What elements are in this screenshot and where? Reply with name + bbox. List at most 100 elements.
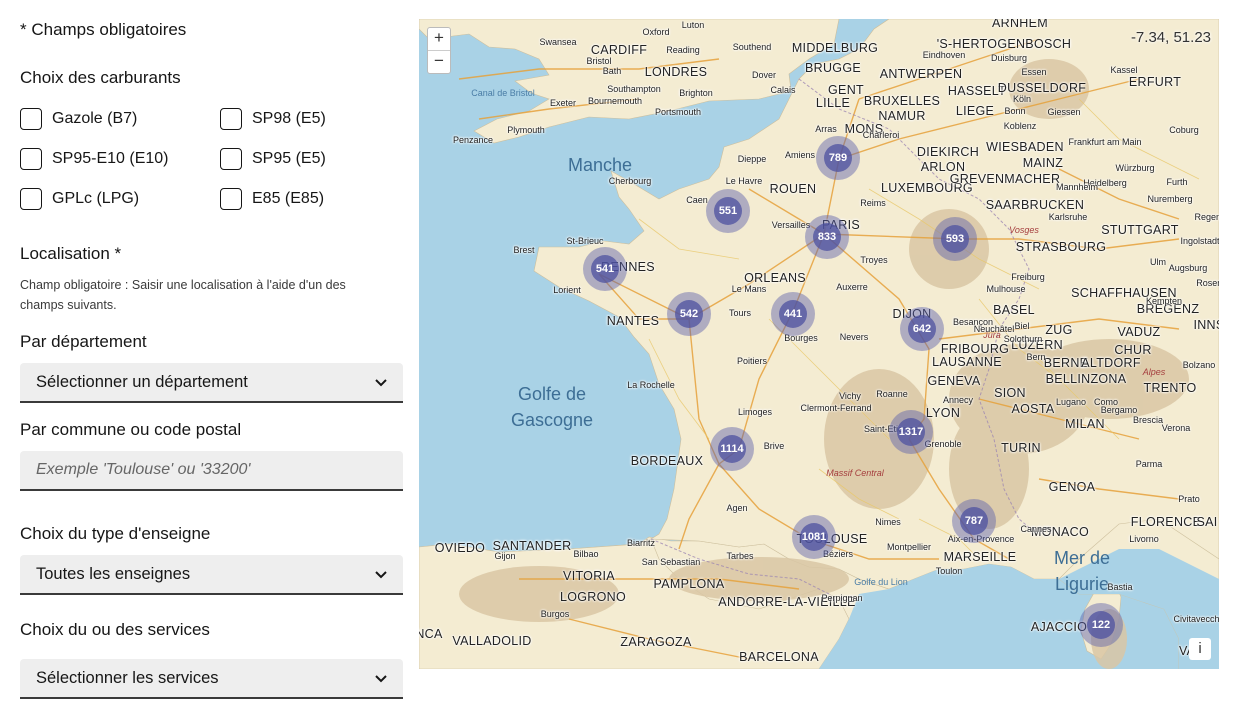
mouse-coordinates: -7.34, 51.23 [1130, 29, 1211, 46]
city-label-inns: INNS [1193, 318, 1219, 332]
attribution-info-button[interactable]: i [1189, 638, 1211, 660]
cluster-count: 593 [945, 233, 965, 245]
city-label-biarritz: Biarritz [626, 538, 656, 548]
checkbox-icon[interactable] [20, 148, 42, 170]
fuel-checkbox-gazole[interactable]: Gazole (B7) [20, 108, 137, 130]
city-label-clermont-ferrand: Clermont-Ferrand [800, 403, 872, 413]
city-label-lausanne: LAUSANNE [932, 355, 1002, 369]
city-label-southend: Southend [732, 42, 772, 52]
zoom-in-button[interactable]: + [428, 28, 450, 50]
checkbox-icon[interactable] [220, 148, 242, 170]
city-label-mainz: MAINZ [1022, 156, 1064, 170]
city-label-verona: Verona [1161, 423, 1191, 433]
city-label-le-havre: Le Havre [725, 176, 763, 186]
station-cluster-marker[interactable]: 542 [667, 292, 711, 336]
station-cluster-marker[interactable]: 787 [952, 499, 996, 543]
fuel-checkbox-sp98[interactable]: SP98 (E5) [220, 108, 326, 130]
commune-input[interactable] [20, 451, 403, 491]
city-label-chur: CHUR [1114, 343, 1152, 357]
city-label-le-mans: Le Mans [731, 284, 767, 294]
city-label-portsmouth: Portsmouth [654, 107, 702, 117]
cluster-count: 542 [679, 308, 699, 320]
fuel-checkbox-gplc[interactable]: GPLc (LPG) [20, 188, 139, 210]
city-label-wiesbaden: WIESBADEN [986, 140, 1064, 154]
city-label-biel: Biel [1014, 321, 1030, 331]
fuel-checkbox-e85[interactable]: E85 (E85) [220, 188, 324, 210]
cluster-count: 1317 [898, 426, 924, 438]
station-cluster-marker[interactable]: 551 [706, 189, 750, 233]
chevron-down-icon [375, 379, 387, 387]
city-label-bellinzona: BELLINZONA [1045, 372, 1127, 386]
city-label-fribourg: FRIBOURG [940, 342, 1010, 356]
fuel-label: SP95 (E5) [252, 150, 326, 167]
fuel-label: SP98 (E5) [252, 110, 326, 127]
city-label-oxford: Oxford [642, 27, 670, 37]
city-label-erfurt: ERFURT [1128, 75, 1182, 89]
station-cluster-marker[interactable]: 642 [900, 307, 944, 351]
sea-label-mer-de-ligurie: Mer de Ligurie [1053, 548, 1111, 594]
fuel-label: Gazole (B7) [52, 110, 138, 127]
city-label-brest: Brest [513, 245, 535, 255]
checkbox-icon[interactable] [220, 108, 242, 130]
fuel-choice-title: Choix des carburants [20, 68, 181, 87]
city-label-tarbes: Tarbes [726, 551, 754, 561]
city-label-duisburg: Duisburg [990, 53, 1028, 63]
checkbox-icon[interactable] [220, 188, 242, 210]
city-label-koln: Köln [1012, 94, 1032, 104]
city-label-trento: TRENTO [1143, 381, 1197, 395]
city-label-toulon: Toulon [935, 566, 963, 576]
city-label-arras: Arras [815, 124, 837, 134]
city-label-zug: ZUG [1045, 323, 1073, 337]
city-label-auxerre: Auxerre [836, 282, 868, 292]
station-cluster-marker[interactable]: 1081 [792, 515, 836, 559]
cluster-count: 551 [718, 205, 738, 217]
commune-title: Par commune ou code postal [20, 420, 242, 439]
sea-label-golfe-du-lion: Golfe du Lion [854, 577, 908, 587]
station-cluster-marker[interactable]: 441 [771, 292, 815, 336]
city-label-augsburg: Augsburg [1168, 263, 1208, 273]
city-label-antwerpen: ANTWERPEN [879, 67, 963, 81]
cluster-count: 122 [1091, 619, 1111, 631]
fuel-checkbox-sp95-e10[interactable]: SP95-E10 (E10) [20, 148, 169, 170]
station-cluster-marker[interactable]: 593 [933, 217, 977, 261]
city-label-vitoria: VITORIA [563, 569, 615, 583]
station-cluster-marker[interactable]: 541 [583, 247, 627, 291]
city-label-eindhoven: Eindhoven [922, 50, 966, 60]
city-label-zaragoza: ZARAGOZA [620, 635, 692, 649]
city-label-nca: NCA [419, 627, 443, 641]
zoom-out-button[interactable]: − [428, 50, 450, 73]
city-label-florence: FLORENCE [1130, 515, 1202, 529]
station-cluster-marker[interactable]: 789 [816, 136, 860, 180]
station-cluster-marker[interactable]: 1114 [710, 427, 754, 471]
city-label-bonn: Bonn [1004, 106, 1026, 116]
city-label-bilbao: Bilbao [573, 549, 599, 559]
city-label-altdorf: ALTDORF [1081, 356, 1141, 370]
city-label-aosta: AOSTA [1011, 402, 1055, 416]
city-label-mulhouse: Mulhouse [986, 284, 1026, 294]
city-label-penzance: Penzance [452, 135, 494, 145]
station-cluster-marker[interactable]: 1317 [889, 410, 933, 454]
city-label-kempten: Kempten [1145, 296, 1183, 306]
checkbox-icon[interactable] [20, 108, 42, 130]
city-label-giessen: Giessen [1047, 107, 1081, 117]
fuel-label: SP95-E10 (E10) [52, 150, 169, 167]
services-select[interactable]: Sélectionner les services [20, 659, 403, 699]
fuel-checkbox-sp95[interactable]: SP95 (E5) [220, 148, 326, 170]
sea-label-golfe-de-gascogne: Golfe de Gascogne [510, 384, 594, 430]
city-label-s-hertogenbosch: 'S-HERTOGENBOSCH [936, 37, 1072, 51]
brand-select[interactable]: Toutes les enseignes [20, 555, 403, 595]
city-label-turin: TURIN [1001, 441, 1041, 455]
brand-select-value: Toutes les enseignes [36, 564, 191, 583]
station-cluster-marker[interactable]: 833 [805, 215, 849, 259]
city-label-mannheim: Mannheim [1055, 182, 1099, 192]
stations-map[interactable]: Manche Golfe de Gascogne Mer de Ligurie Can… [419, 19, 1219, 669]
city-label-bastia: Bastia [1107, 582, 1133, 592]
city-label-bath: Bath [602, 66, 622, 76]
city-label-st-brieuc: St-Brieuc [566, 236, 604, 246]
city-label-ulm: Ulm [1150, 257, 1166, 267]
city-label-regensburg: Regensburg [1194, 212, 1219, 222]
checkbox-icon[interactable] [20, 188, 42, 210]
station-cluster-marker[interactable]: 122 [1079, 603, 1123, 647]
city-label-londres: LONDRES [644, 65, 708, 79]
department-select[interactable]: Sélectionner un département [20, 363, 403, 403]
